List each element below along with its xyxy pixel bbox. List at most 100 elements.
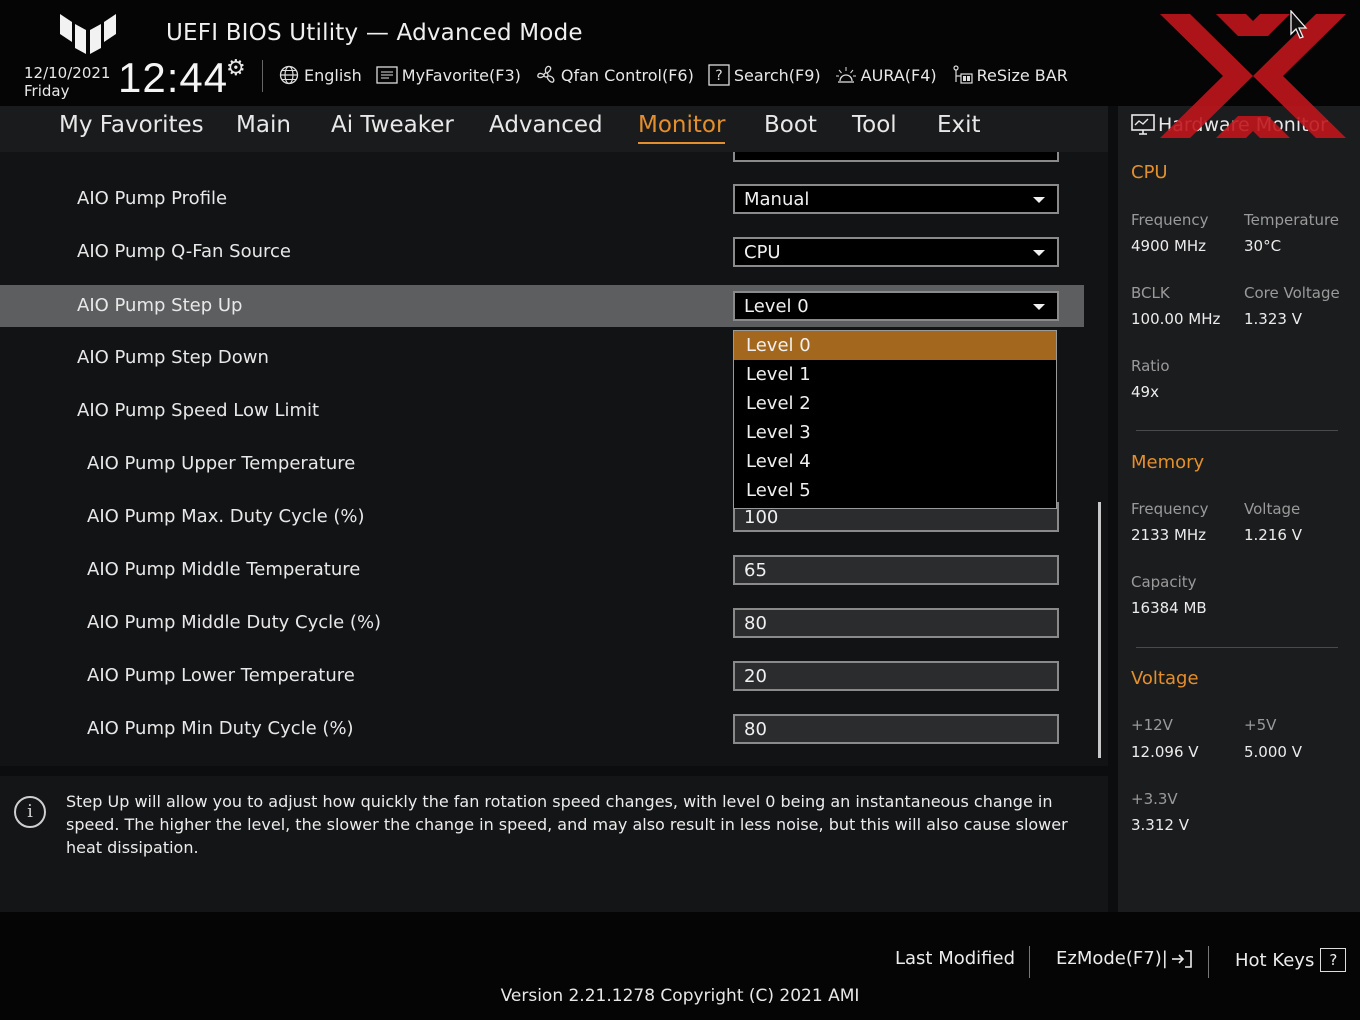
help-search-icon: ? [708, 64, 730, 86]
date-display: 12/10/2021 Friday [24, 64, 110, 100]
gear-icon[interactable]: ⚙ [226, 56, 246, 81]
setting-row[interactable]: AIO Pump Middle Duty Cycle (%) 80 [0, 602, 1084, 644]
input-value: 100 [744, 507, 779, 528]
last-modified-button[interactable]: Last Modified [895, 948, 1015, 969]
header-divider [262, 60, 263, 92]
myfavorite-button[interactable]: MyFavorite(F3) [376, 64, 521, 86]
input-value: 80 [744, 719, 767, 740]
toolbar: English MyFavorite(F3) Qfan Control(F6) … [278, 62, 1082, 88]
resize-bar-button[interactable]: ReSize BAR [951, 64, 1068, 86]
tab-boot[interactable]: Boot [764, 112, 817, 138]
previous-setting-control[interactable] [733, 152, 1059, 162]
memory-frequency-label: Frequency [1131, 500, 1209, 518]
tab-tool[interactable]: Tool [852, 112, 897, 138]
setting-label: AIO Pump Lower Temperature [87, 665, 355, 686]
setting-row-selected[interactable]: AIO Pump Step Up Level 0 [0, 285, 1084, 327]
setting-label: AIO Pump Step Down [77, 347, 269, 368]
mouse-cursor-icon [1290, 10, 1308, 39]
ezmode-button[interactable]: EzMode(F7)| [1056, 948, 1194, 969]
chevron-down-icon [1033, 304, 1045, 310]
tuf-logo-icon [60, 14, 116, 54]
bclk-value: 100.00 MHz [1131, 310, 1221, 328]
chevron-down-icon [1033, 250, 1045, 256]
dropdown-option[interactable]: Level 3 [734, 418, 1056, 447]
footer-divider [1029, 946, 1030, 978]
search-label: Search(F9) [733, 65, 821, 85]
aio-pump-step-up-select[interactable]: Level 0 [733, 291, 1059, 321]
tab-ai-tweaker[interactable]: Ai Tweaker [331, 112, 454, 138]
dropdown-option[interactable]: Level 0 [734, 331, 1056, 360]
aio-pump-qfan-source-select[interactable]: CPU [733, 237, 1059, 267]
clock-time: 12:44 [118, 54, 229, 101]
input-value: 20 [744, 666, 767, 687]
capacity-label: Capacity [1131, 573, 1197, 591]
core-voltage-value: 1.323 V [1244, 310, 1302, 328]
section-divider [1136, 647, 1338, 648]
aio-pump-profile-select[interactable]: Manual [733, 184, 1059, 214]
setting-row[interactable]: AIO Pump Q-Fan Source CPU [0, 231, 1084, 273]
cpu-frequency-value: 4900 MHz [1131, 237, 1207, 255]
aio-pump-middle-duty-input[interactable]: 80 [733, 608, 1059, 638]
memory-frequency-value: 2133 MHz [1131, 526, 1207, 544]
cpu-frequency-label: Frequency [1131, 211, 1209, 229]
tab-monitor[interactable]: Monitor [638, 112, 726, 144]
v33-label: +3.3V [1131, 790, 1178, 808]
hot-keys-label: Hot Keys [1235, 949, 1315, 971]
xx-watermark-logo [1160, 14, 1346, 138]
cpu-section-title: CPU [1131, 162, 1168, 183]
header-bar: UEFI BIOS Utility — Advanced Mode 12/10/… [0, 0, 1360, 106]
aio-pump-min-duty-input[interactable]: 80 [733, 714, 1059, 744]
qfan-control-button[interactable]: Qfan Control(F6) [535, 64, 694, 86]
select-value: CPU [744, 242, 781, 263]
ezmode-label: EzMode(F7)| [1056, 948, 1168, 969]
favorite-list-icon [376, 64, 398, 86]
dropdown-option[interactable]: Level 1 [734, 360, 1056, 389]
tab-main[interactable]: Main [236, 112, 291, 138]
aio-pump-lower-temp-input[interactable]: 20 [733, 661, 1059, 691]
main-tabs: My Favorites Main Ai Tweaker Advanced Mo… [0, 106, 1108, 152]
hot-keys-button[interactable]: Hot Keys ? [1235, 948, 1347, 972]
aio-pump-middle-temp-input[interactable]: 65 [733, 555, 1059, 585]
search-button[interactable]: ? Search(F9) [708, 64, 821, 86]
exit-arrow-icon [1171, 949, 1192, 968]
input-value: 65 [744, 560, 767, 581]
aura-light-icon [835, 64, 857, 86]
core-voltage-label: Core Voltage [1244, 284, 1340, 302]
setting-row[interactable]: AIO Pump Profile Manual [0, 178, 1084, 220]
setting-row[interactable]: AIO Pump Min Duty Cycle (%) 80 [0, 708, 1084, 750]
date-text: 12/10/2021 [24, 64, 111, 82]
aura-label: AURA(F4) [860, 65, 937, 85]
tab-my-favorites[interactable]: My Favorites [59, 112, 204, 138]
v5-label: +5V [1244, 716, 1277, 734]
tab-exit[interactable]: Exit [937, 112, 981, 138]
language-button[interactable]: English [278, 64, 362, 86]
setting-label: AIO Pump Min Duty Cycle (%) [87, 718, 354, 739]
resize-bar-icon [951, 64, 973, 86]
last-modified-label: Last Modified [895, 948, 1016, 969]
section-divider [1136, 430, 1338, 431]
step-up-dropdown-list: Level 0 Level 1 Level 2 Level 3 Level 4 … [733, 330, 1057, 509]
scrollbar[interactable] [1098, 502, 1101, 758]
setting-row[interactable]: AIO Pump Middle Temperature 65 [0, 549, 1084, 591]
memory-voltage-label: Voltage [1244, 500, 1301, 518]
resize-bar-label: ReSize BAR [976, 65, 1068, 85]
day-text: Friday [24, 82, 70, 100]
memory-voltage-value: 1.216 V [1244, 526, 1302, 544]
setting-row[interactable]: AIO Pump Lower Temperature 20 [0, 655, 1084, 697]
voltage-section-title: Voltage [1131, 668, 1199, 689]
question-icon: ? [1320, 948, 1347, 972]
setting-label: AIO Pump Middle Duty Cycle (%) [87, 612, 382, 633]
aura-button[interactable]: AURA(F4) [835, 64, 937, 86]
language-label: English [304, 65, 362, 85]
dropdown-option[interactable]: Level 5 [734, 476, 1056, 505]
version-text: Version 2.21.1278 Copyright (C) 2021 AMI [500, 986, 860, 1006]
tab-advanced[interactable]: Advanced [489, 112, 603, 138]
dropdown-option[interactable]: Level 2 [734, 389, 1056, 418]
memory-section-title: Memory [1131, 452, 1205, 473]
cpu-temperature-label: Temperature [1244, 211, 1340, 229]
dropdown-option[interactable]: Level 4 [734, 447, 1056, 476]
help-panel: i Step Up will allow you to adjust how q… [0, 776, 1108, 912]
chevron-down-icon [1033, 197, 1045, 203]
settings-panel: AIO Pump Profile Manual AIO Pump Q-Fan S… [0, 152, 1108, 766]
v12-value: 12.096 V [1131, 743, 1199, 761]
